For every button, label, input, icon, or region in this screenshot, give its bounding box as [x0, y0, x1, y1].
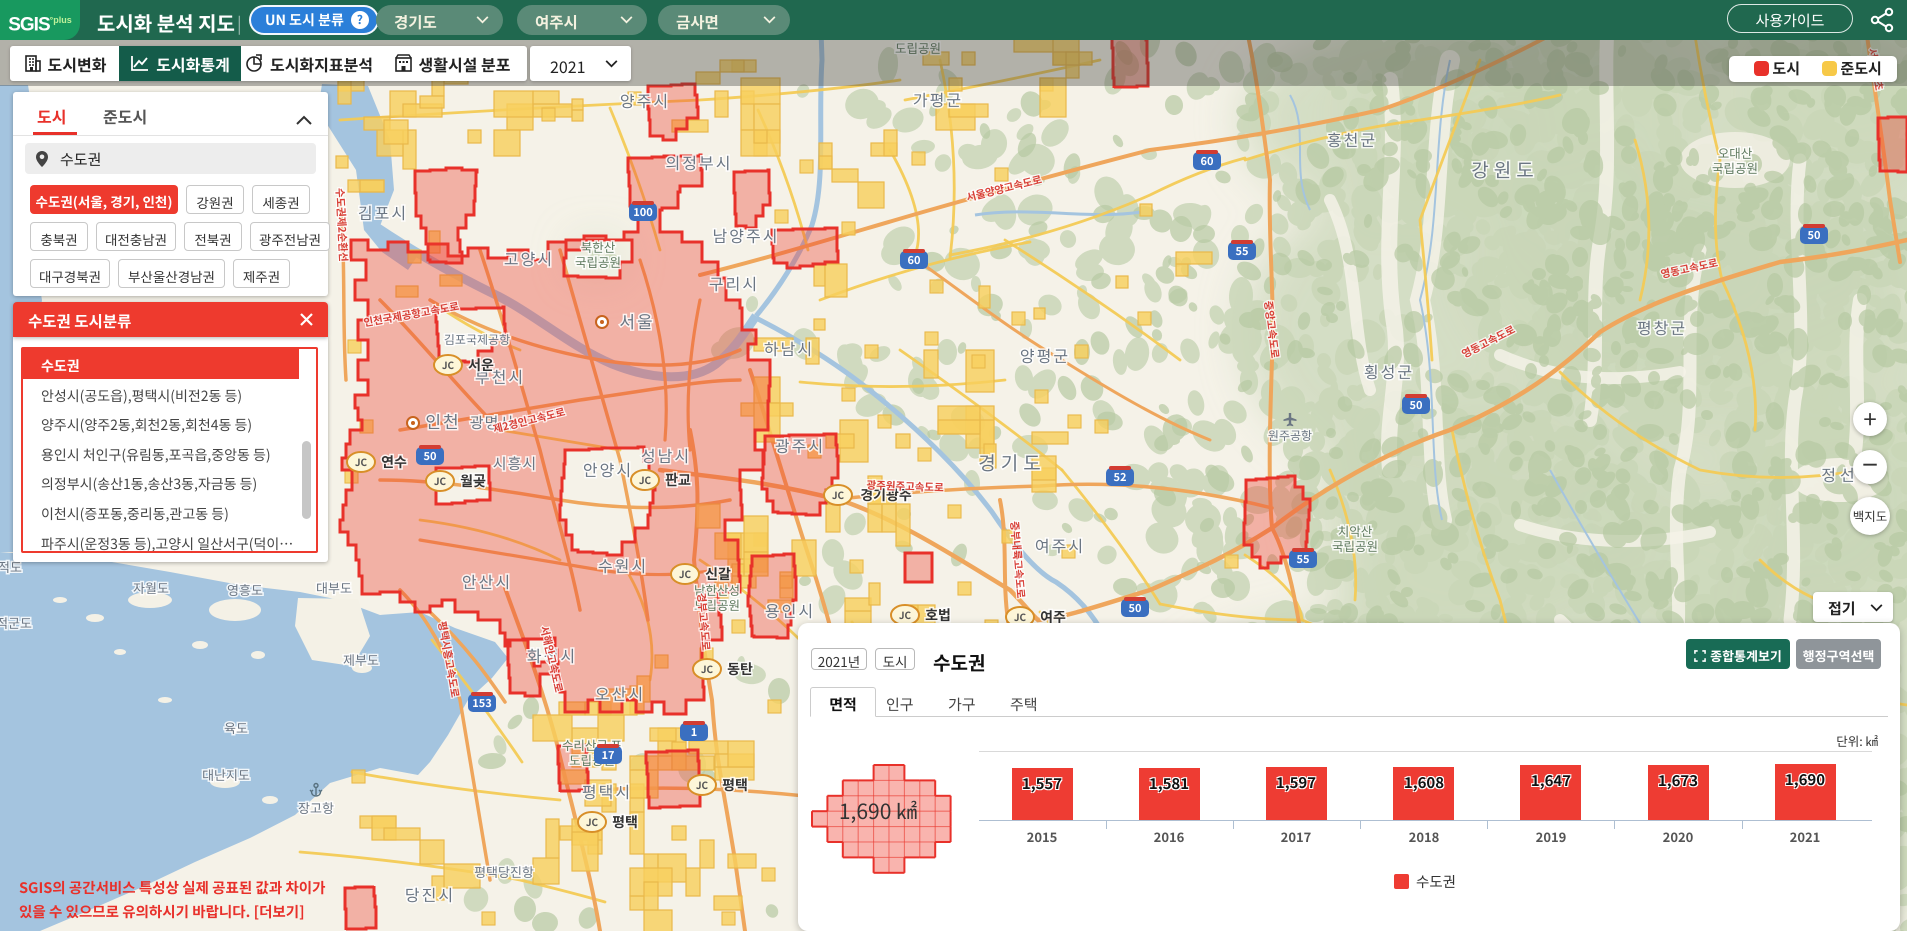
svg-text:광주원주고속도로: 광주원주고속도로 — [866, 478, 944, 496]
svg-text:JC: JC — [1014, 609, 1027, 624]
svg-text:100: 100 — [633, 204, 652, 220]
svg-text:JC: JC — [639, 472, 652, 487]
svg-text:153: 153 — [472, 695, 491, 711]
svg-text:평택: 평택 — [722, 775, 748, 795]
svg-text:제부도: 제부도 — [343, 650, 379, 669]
svg-text:강원도: 강원도 — [1471, 156, 1538, 183]
svg-text:JC: JC — [434, 473, 447, 488]
svg-text:홍천군: 홍천군 — [1327, 127, 1377, 151]
svg-text:평택당진항: 평택당진항 — [474, 862, 534, 881]
svg-text:JC: JC — [899, 607, 912, 622]
svg-text:JC: JC — [442, 357, 455, 372]
svg-text:국립공원: 국립공원 — [575, 252, 621, 271]
svg-text:JC: JC — [696, 777, 709, 792]
svg-text:광주시: 광주시 — [775, 433, 825, 457]
svg-text:60: 60 — [1201, 153, 1214, 169]
svg-text:안산시: 안산시 — [462, 569, 512, 593]
svg-text:52: 52 — [1114, 469, 1127, 485]
svg-text:원주공항: 원주공항 — [1268, 427, 1312, 444]
svg-text:김포시: 김포시 — [358, 200, 408, 224]
svg-text:남양주시: 남양주시 — [713, 223, 780, 247]
svg-text:호법: 호법 — [925, 605, 951, 625]
svg-text:수원시: 수원시 — [598, 553, 648, 577]
svg-text:양주시: 양주시 — [620, 88, 670, 112]
svg-text:여주시: 여주시 — [1035, 533, 1085, 557]
svg-text:JC: JC — [586, 814, 599, 829]
svg-text:연수: 연수 — [381, 452, 407, 472]
svg-text:김포국제공항: 김포국제공항 — [444, 331, 510, 348]
svg-text:국립공원: 국립공원 — [1332, 536, 1378, 555]
svg-text:양평군: 양평군 — [1020, 343, 1070, 367]
svg-text:월곶: 월곶 — [460, 471, 486, 491]
svg-text:평창군: 평창군 — [1637, 315, 1687, 339]
svg-text:장고항: 장고항 — [298, 798, 334, 817]
svg-text:17: 17 — [602, 747, 615, 763]
svg-text:시흥시: 시흥시 — [493, 453, 537, 474]
svg-text:JC: JC — [355, 454, 368, 469]
svg-text:가평군: 가평군 — [913, 87, 963, 111]
svg-text:구리시: 구리시 — [709, 271, 759, 295]
svg-text:55: 55 — [1297, 551, 1310, 567]
svg-text:당진시: 당진시 — [405, 882, 455, 906]
svg-text:인천: 인천 — [425, 408, 460, 433]
svg-text:55: 55 — [1236, 243, 1249, 259]
svg-text:평택: 평택 — [612, 812, 638, 832]
svg-text:50: 50 — [424, 448, 437, 464]
svg-text:신갈: 신갈 — [705, 564, 731, 584]
svg-text:적군도: 적군도 — [0, 613, 32, 632]
svg-text:동탄: 동탄 — [727, 659, 753, 679]
svg-text:JC: JC — [679, 566, 692, 581]
svg-text:고양시: 고양시 — [504, 246, 554, 270]
svg-text:안양시: 안양시 — [583, 457, 633, 481]
svg-text:JC: JC — [701, 661, 714, 676]
svg-text:50: 50 — [1410, 397, 1423, 413]
svg-text:육도: 육도 — [224, 718, 248, 737]
svg-text:50: 50 — [1129, 600, 1142, 616]
svg-text:오산시: 오산시 — [595, 681, 645, 705]
svg-text:서울: 서울 — [619, 308, 654, 333]
svg-text:성남시: 성남시 — [641, 443, 691, 467]
svg-text:용인시: 용인시 — [765, 598, 815, 622]
svg-text:대부도: 대부도 — [316, 578, 352, 597]
svg-text:경기도: 경기도 — [978, 449, 1045, 476]
svg-text:대난지도: 대난지도 — [202, 765, 250, 784]
svg-text:1: 1 — [691, 724, 698, 740]
svg-text:의정부시: 의정부시 — [666, 150, 733, 174]
svg-text:횡성군: 횡성군 — [1364, 359, 1414, 383]
svg-text:국립공원: 국립공원 — [1712, 158, 1758, 177]
svg-text:하남시: 하남시 — [764, 336, 814, 360]
svg-text:자월도: 자월도 — [133, 578, 169, 597]
svg-text:50: 50 — [1808, 227, 1821, 243]
svg-text:서운: 서운 — [468, 355, 494, 375]
svg-text:JC: JC — [832, 487, 845, 502]
svg-text:평택시: 평택시 — [582, 779, 632, 803]
svg-text:1,690 ㎢: 1,690 ㎢ — [839, 796, 917, 826]
svg-text:영흥도: 영흥도 — [227, 580, 263, 599]
svg-text:60: 60 — [908, 252, 921, 268]
svg-text:판교: 판교 — [665, 470, 691, 490]
